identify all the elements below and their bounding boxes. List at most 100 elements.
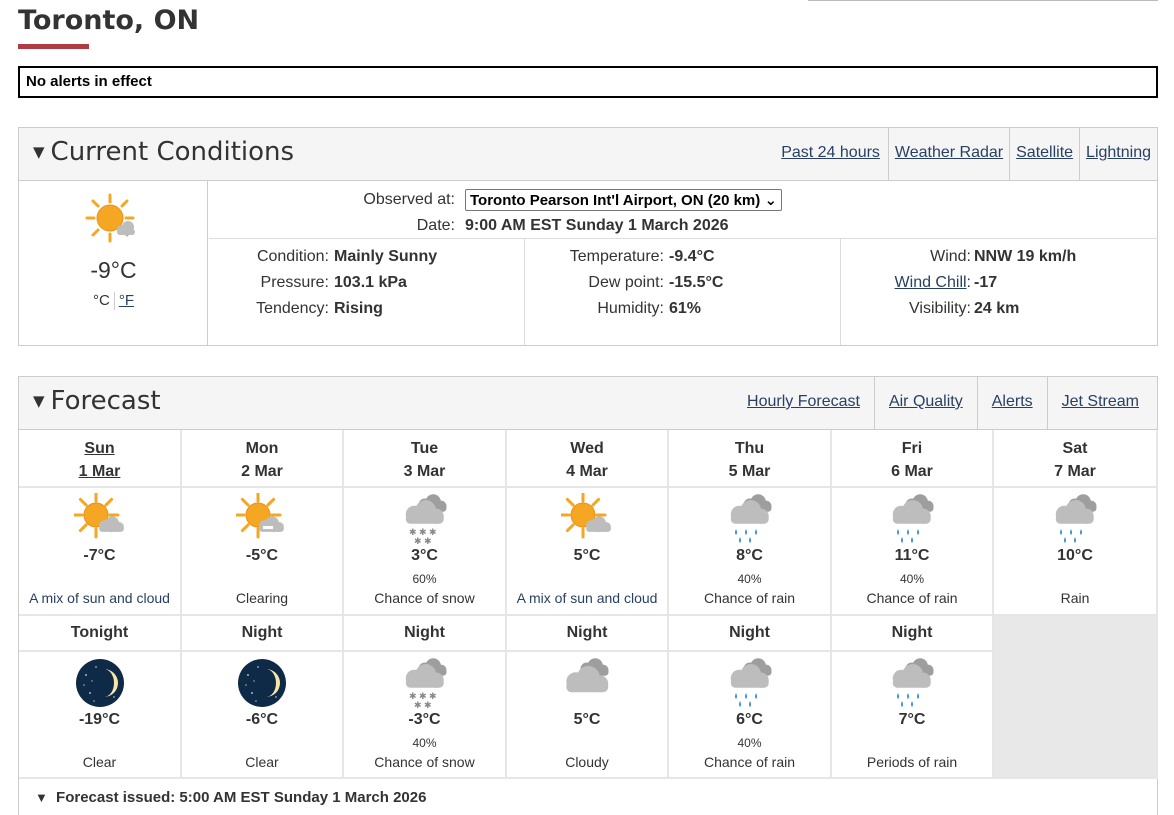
unit-celsius: °C: [92, 292, 110, 309]
satellite-link[interactable]: Satellite: [1009, 128, 1079, 180]
pressure-value: 103.1 kPa: [334, 274, 407, 291]
forecast-day-date: 6 Mar: [891, 463, 933, 480]
forecast-night-pop: 40%: [412, 736, 437, 750]
visibility-value: 24 km: [974, 300, 1020, 317]
condition-label: Condition:: [256, 248, 329, 265]
forecast-night-summary: Cloudy: [565, 754, 609, 770]
hourly-forecast-link[interactable]: Hourly Forecast: [739, 377, 874, 429]
temperature-label: Temperature:: [569, 248, 664, 265]
air-quality-link[interactable]: Air Quality: [873, 377, 977, 429]
forecast-night-cell: -19°C Clear: [19, 652, 182, 779]
forecast-night-temp: -19°C: [78, 711, 121, 728]
forecast-day-header[interactable]: Wed 4 Mar: [507, 430, 669, 488]
current-summary: -9°C °C °F: [19, 181, 208, 345]
top-divider: [808, 0, 1158, 1]
cloud-rain-icon: [1049, 493, 1101, 550]
lightning-link[interactable]: Lightning: [1079, 128, 1157, 180]
humidity-label: Humidity:: [597, 300, 664, 317]
forecast-day-name: Sun: [84, 440, 115, 457]
cloud-rain-icon: [886, 493, 938, 550]
forecast-day-cell: 10°C Rain: [994, 488, 1158, 616]
cloud-rain-icon: [886, 657, 938, 714]
forecast-night-summary: Chance of snow: [374, 754, 475, 770]
dewpoint-label: Dew point:: [588, 274, 664, 291]
forecast-night-summary: Periods of rain: [866, 754, 958, 770]
caret-down-icon: ▼: [35, 790, 48, 805]
forecast-day-summary: Chance of rain: [866, 590, 958, 606]
forecast-day-summary: Rain: [1060, 590, 1090, 606]
windchill-value: -17: [974, 274, 998, 291]
jet-stream-link[interactable]: Jet Stream: [1046, 377, 1157, 429]
forecast-day-header[interactable]: Fri 6 Mar: [832, 430, 994, 488]
sun-clearing-icon: [234, 491, 288, 550]
forecast-day-summary: Chance of snow: [374, 590, 475, 606]
forecast-header: ▼ Forecast Hourly Forecast Air Quality A…: [19, 377, 1157, 430]
current-conditions-heading: Current Conditions: [50, 137, 295, 167]
forecast-night-cell: 7°C Periods of rain: [832, 652, 994, 779]
current-conditions-header: ▼ Current Conditions Past 24 hours Weath…: [19, 128, 1157, 181]
unit-fahrenheit-link[interactable]: °F: [119, 292, 134, 309]
forecast-day-cell: 11°C 40% Chance of rain: [832, 488, 994, 616]
unit-toggle: °C °F: [19, 292, 208, 311]
forecast-night-cell: 6°C 40% Chance of rain: [669, 652, 832, 779]
forecast-night-temp: 7°C: [898, 711, 926, 728]
moon-icon: [236, 657, 288, 714]
forecast-day-date: 4 Mar: [566, 463, 608, 480]
station-select[interactable]: Toronto Pearson Int'l Airport, ON (20 km…: [465, 189, 783, 211]
current-conditions-title[interactable]: ▼ Current Conditions: [33, 137, 294, 167]
forecast-day-name: Sat: [1062, 440, 1088, 457]
forecast-day-header[interactable]: Thu 5 Mar: [669, 430, 832, 488]
forecast-issued[interactable]: ▼ Forecast issued: 5:00 AM EST Sunday 1 …: [18, 780, 1158, 815]
pressure-label: Pressure:: [260, 274, 329, 291]
forecast-night-cell: 5°C Cloudy: [507, 652, 669, 779]
conditions-col-3: Wind: NNW 19 km/h Wind Chill: -17 Visibili…: [894, 248, 1077, 317]
forecast-day-pop: 40%: [737, 572, 762, 586]
forecast-day-header[interactable]: Sun 1 Mar: [19, 430, 182, 488]
cloud-rain-icon: [724, 657, 776, 714]
forecast-night-temp: -3°C: [408, 711, 441, 728]
forecast-night-summary: Clear: [245, 754, 279, 770]
condition-value: Mainly Sunny: [334, 248, 438, 265]
svg-text:✱: ✱: [414, 537, 422, 545]
forecast-links: Hourly Forecast Air Quality Alerts Jet S…: [739, 377, 1157, 429]
forecast-night-summary: Clear: [82, 754, 117, 770]
sun-with-cloud-icon: [85, 193, 139, 252]
forecast-issued-text: Forecast issued: 5:00 AM EST Sunday 1 Ma…: [56, 789, 427, 806]
forecast-day-summary: A mix of sun and cloud: [516, 590, 658, 606]
visibility-label: Visibility:: [909, 300, 971, 317]
weather-radar-link[interactable]: Weather Radar: [887, 128, 1009, 180]
forecast-day-name: Fri: [901, 440, 923, 457]
cloud-icon: [561, 657, 613, 714]
past-24-hours-link[interactable]: Past 24 hours: [773, 128, 888, 180]
forecast-night-pop: 40%: [737, 736, 762, 750]
observed-at-label: Observed at:: [363, 191, 455, 208]
forecast-title[interactable]: ▼ Forecast: [33, 386, 161, 416]
forecast-day-temp: -5°C: [245, 547, 279, 564]
wind-chill-link[interactable]: Wind Chill: [895, 274, 967, 291]
forecast-day-header[interactable]: Mon 2 Mar: [182, 430, 344, 488]
forecast-day-header[interactable]: Tue 3 Mar: [344, 430, 507, 488]
forecast-day-date: 2 Mar: [241, 463, 283, 480]
date-label: Date:: [416, 217, 455, 234]
tendency-label: Tendency:: [256, 300, 329, 317]
forecast-night-cell: ✱ ✱ ✱ ✱ ✱ -3°C 40% Chance of snow: [344, 652, 507, 779]
forecast-day-temp: 8°C: [736, 547, 763, 564]
forecast-day-cell: -7°C A mix of sun and cloud: [19, 488, 182, 616]
forecast-day-date: 1 Mar: [78, 463, 121, 480]
forecast-day-header[interactable]: Sat 7 Mar: [994, 430, 1158, 488]
moon-icon: [74, 657, 126, 714]
current-conditions-panel: ▼ Current Conditions Past 24 hours Weath…: [18, 127, 1158, 346]
forecast-night-header: Night: [507, 616, 669, 652]
wind-label: Wind:: [930, 248, 971, 265]
current-conditions-links: Past 24 hours Weather Radar Satellite Li…: [773, 128, 1157, 180]
conditions-col-1: Condition: Mainly Sunny Pressure: 103.1 kP…: [209, 239, 525, 345]
current-temperature: -9°C: [90, 257, 137, 283]
alerts-link[interactable]: Alerts: [976, 377, 1047, 429]
cloud-snow-icon: ✱ ✱ ✱ ✱ ✱: [399, 657, 451, 714]
forecast-day-cell: 5°C A mix of sun and cloud: [507, 488, 669, 616]
tendency-value: Rising: [334, 300, 383, 317]
forecast-night-empty: [994, 616, 1158, 652]
alert-banner: No alerts in effect: [18, 66, 1158, 98]
forecast-night-header: Tonight: [19, 616, 182, 652]
caret-down-icon: ▼: [33, 143, 45, 161]
